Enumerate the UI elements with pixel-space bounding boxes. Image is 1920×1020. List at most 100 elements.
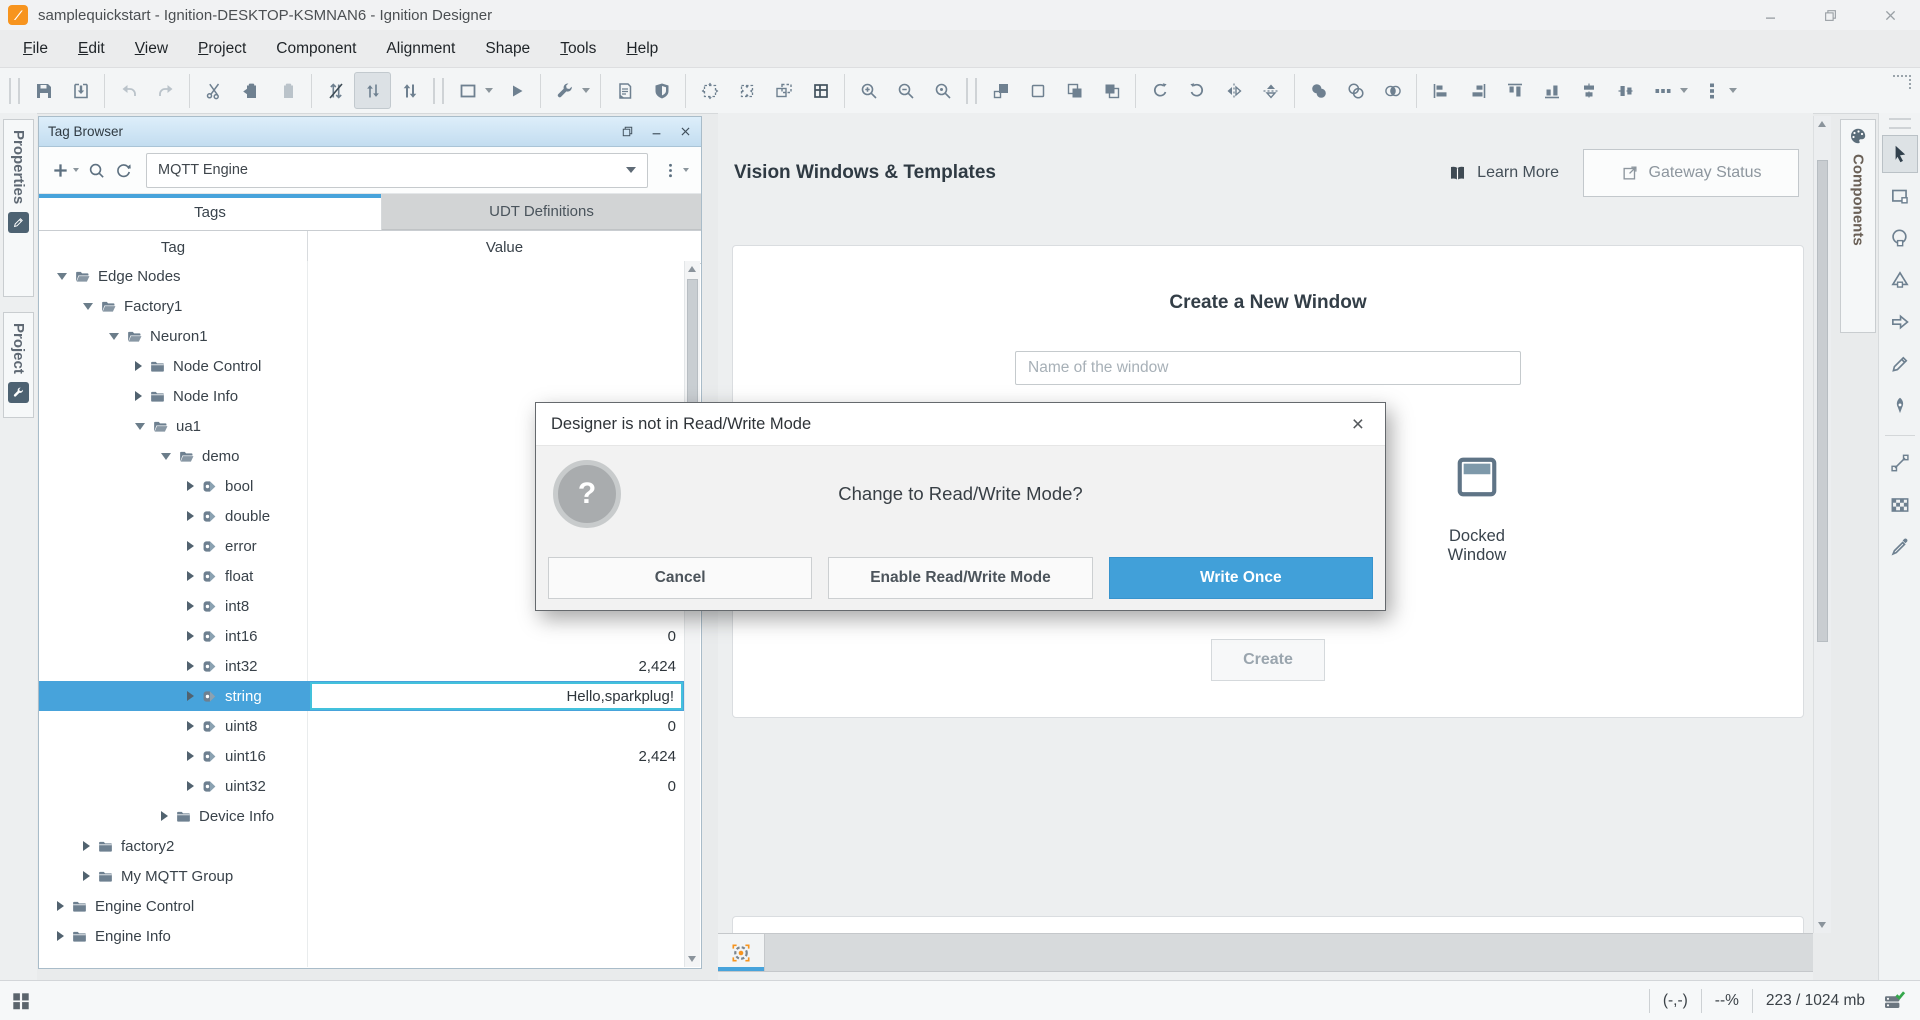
chevron-collapsed-icon[interactable] bbox=[187, 661, 194, 671]
distribute-h-button[interactable] bbox=[1644, 72, 1681, 109]
script-doc-button[interactable] bbox=[606, 72, 643, 109]
align-center-v-button[interactable] bbox=[1607, 72, 1644, 109]
cut-button[interactable] bbox=[195, 72, 232, 109]
shape-subtract-button[interactable] bbox=[1337, 72, 1374, 109]
order-behind-button[interactable] bbox=[1093, 72, 1130, 109]
tab-tags[interactable]: Tags bbox=[39, 194, 382, 230]
window-name-input[interactable] bbox=[1015, 351, 1521, 385]
chevron-down-icon[interactable] bbox=[582, 88, 590, 93]
column-header-tag[interactable]: Tag bbox=[39, 231, 308, 263]
tag-browser-menu-button[interactable] bbox=[657, 153, 693, 187]
chevron-expanded-icon[interactable] bbox=[109, 333, 119, 340]
menu-view[interactable]: View bbox=[120, 40, 183, 58]
cancel-button[interactable]: Cancel bbox=[548, 557, 812, 599]
order-forward-button[interactable] bbox=[982, 72, 1019, 109]
scrollbar-thumb[interactable] bbox=[1817, 160, 1828, 642]
size-match-button[interactable] bbox=[765, 72, 802, 109]
shape-polygon-tool-button[interactable] bbox=[1882, 261, 1918, 299]
refresh-tags-button[interactable] bbox=[110, 153, 137, 187]
chevron-collapsed-icon[interactable] bbox=[57, 931, 64, 941]
wrench-button[interactable] bbox=[546, 72, 583, 109]
chevron-collapsed-icon[interactable] bbox=[187, 541, 194, 551]
chevron-collapsed-icon[interactable] bbox=[135, 391, 142, 401]
tree-row[interactable]: Node Control bbox=[39, 351, 685, 381]
docked-window-option[interactable]: Docked Window bbox=[1419, 454, 1535, 565]
panel-minimize-icon[interactable] bbox=[650, 125, 663, 138]
tree-row[interactable]: Edge Nodes bbox=[39, 261, 685, 291]
chevron-collapsed-icon[interactable] bbox=[135, 361, 142, 371]
align-center-h-button[interactable] bbox=[1570, 72, 1607, 109]
create-button[interactable]: Create bbox=[1211, 639, 1325, 681]
tab-properties[interactable]: Properties bbox=[3, 119, 34, 297]
zoom-actual-button[interactable] bbox=[924, 72, 961, 109]
tree-row[interactable]: uint80 bbox=[39, 711, 685, 741]
space-vertical-alt-button[interactable] bbox=[391, 72, 428, 109]
flip-v-button[interactable] bbox=[1252, 72, 1289, 109]
shape-ellipse-tool-button[interactable] bbox=[1882, 219, 1918, 257]
save-import-button[interactable] bbox=[62, 72, 99, 109]
cursor-tool-button[interactable] bbox=[1882, 135, 1918, 173]
chevron-down-icon[interactable] bbox=[485, 88, 493, 93]
shape-rect-tool-button[interactable] bbox=[1882, 177, 1918, 215]
add-tag-button[interactable] bbox=[47, 153, 83, 187]
chevron-down-icon[interactable] bbox=[1680, 88, 1688, 93]
enable-read-write-button[interactable]: Enable Read/Write Mode bbox=[828, 557, 1092, 599]
menu-shape[interactable]: Shape bbox=[470, 40, 545, 58]
play-button[interactable] bbox=[498, 72, 535, 109]
window-close-button[interactable] bbox=[1860, 0, 1920, 30]
chevron-collapsed-icon[interactable] bbox=[187, 781, 194, 791]
pencil-tool-button[interactable] bbox=[1882, 345, 1918, 383]
tree-row[interactable]: My MQTT Group bbox=[39, 861, 685, 891]
chevron-collapsed-icon[interactable] bbox=[187, 721, 194, 731]
undo-button[interactable] bbox=[110, 72, 147, 109]
chevron-collapsed-icon[interactable] bbox=[187, 631, 194, 641]
shield-button[interactable] bbox=[643, 72, 680, 109]
menu-file[interactable]: File bbox=[8, 40, 63, 58]
order-back-button[interactable] bbox=[1019, 72, 1056, 109]
size-custom-button[interactable] bbox=[802, 72, 839, 109]
chevron-collapsed-icon[interactable] bbox=[187, 691, 194, 701]
menu-help[interactable]: Help bbox=[611, 40, 673, 58]
workspace-scrollbar[interactable] bbox=[1813, 116, 1831, 933]
pipes-off-button[interactable] bbox=[317, 72, 354, 109]
tree-row[interactable]: uint162,424 bbox=[39, 741, 685, 771]
chevron-collapsed-icon[interactable] bbox=[187, 481, 194, 491]
tree-row[interactable]: stringHello,sparkplug! bbox=[39, 681, 685, 711]
chevron-expanded-icon[interactable] bbox=[161, 453, 171, 460]
tab-components[interactable]: Components bbox=[1840, 119, 1876, 333]
tree-row[interactable]: Engine Control bbox=[39, 891, 685, 921]
size-collapse-button[interactable] bbox=[728, 72, 765, 109]
eyedropper-tool-button[interactable] bbox=[1882, 528, 1918, 566]
chevron-expanded-icon[interactable] bbox=[57, 273, 67, 280]
rotate-cw-button[interactable] bbox=[1141, 72, 1178, 109]
menu-tools[interactable]: Tools bbox=[545, 40, 611, 58]
panel-close-icon[interactable] bbox=[679, 125, 692, 138]
column-header-value[interactable]: Value bbox=[308, 231, 701, 263]
chevron-expanded-icon[interactable] bbox=[135, 423, 145, 430]
toolbar-grip[interactable] bbox=[1889, 118, 1911, 129]
chevron-collapsed-icon[interactable] bbox=[83, 841, 90, 851]
align-top-button[interactable] bbox=[1496, 72, 1533, 109]
align-right-button[interactable] bbox=[1459, 72, 1496, 109]
rotate-ccw-button[interactable] bbox=[1178, 72, 1215, 109]
menu-component[interactable]: Component bbox=[261, 40, 371, 58]
menu-alignment[interactable]: Alignment bbox=[371, 40, 470, 58]
tree-row[interactable]: Factory1 bbox=[39, 291, 685, 321]
shape-intersect-button[interactable] bbox=[1374, 72, 1411, 109]
menu-project[interactable]: Project bbox=[183, 40, 261, 58]
tree-row[interactable]: uint320 bbox=[39, 771, 685, 801]
gateway-status-button[interactable]: Gateway Status bbox=[1583, 149, 1799, 197]
workspace-tab-active[interactable] bbox=[718, 934, 765, 971]
flip-h-button[interactable] bbox=[1215, 72, 1252, 109]
tag-value-editor[interactable]: Hello,sparkplug! bbox=[310, 682, 683, 710]
tree-scrollbar[interactable] bbox=[684, 261, 700, 967]
learn-more-link[interactable]: Learn More bbox=[1447, 163, 1559, 184]
tab-udt-definitions[interactable]: UDT Definitions bbox=[382, 194, 701, 230]
paste-special-button[interactable] bbox=[232, 72, 269, 109]
dialog-title-bar[interactable]: Designer is not in Read/Write Mode × bbox=[536, 403, 1385, 446]
scroll-up-icon[interactable] bbox=[688, 266, 696, 272]
panel-float-icon[interactable] bbox=[621, 125, 634, 138]
pen-tool-button[interactable] bbox=[1882, 387, 1918, 425]
tree-row[interactable]: factory2 bbox=[39, 831, 685, 861]
chevron-down-icon[interactable] bbox=[1729, 88, 1737, 93]
